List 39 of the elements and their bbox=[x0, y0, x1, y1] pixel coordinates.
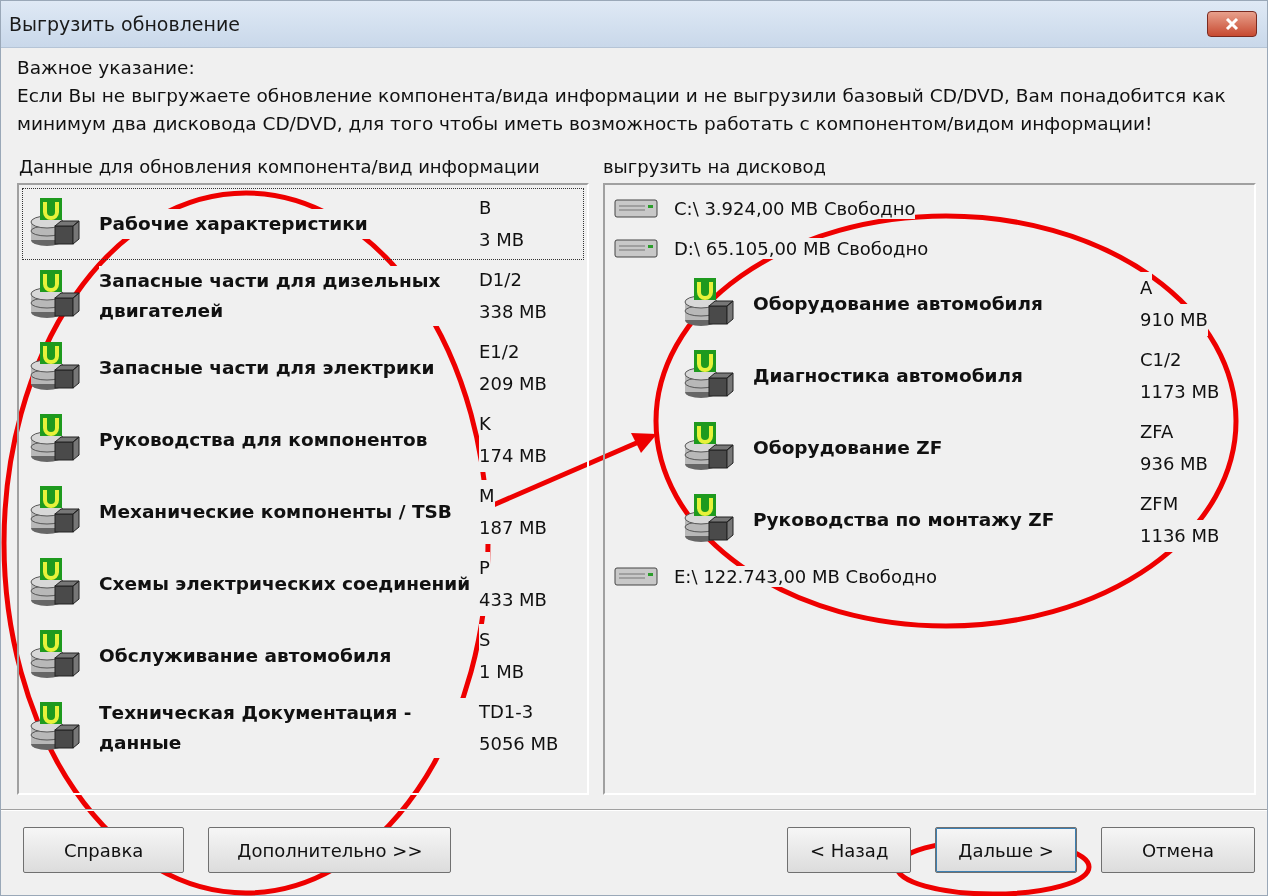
drive-item[interactable]: E:\ 122.743,00 MB Свободно bbox=[608, 556, 1251, 596]
list-item[interactable]: Механические компоненты / TSB M 187 MB bbox=[22, 476, 584, 548]
drive-item[interactable]: D:\ 65.105,00 MB Свободно bbox=[608, 228, 1251, 268]
list-item[interactable]: Запасные части для дизельных двигателей D1/2 338 MB bbox=[22, 260, 584, 332]
item-size: 433 MB bbox=[479, 584, 547, 616]
item-size: 910 MB bbox=[1140, 304, 1208, 336]
item-size: 174 MB bbox=[479, 440, 547, 472]
dialog-button[interactable]: Дополнительно >> bbox=[208, 827, 452, 873]
close-icon bbox=[1225, 18, 1239, 30]
list-item[interactable]: Оборудование автомобиля A 910 MB bbox=[608, 268, 1251, 340]
source-list-label: Данные для обновления компонента/вид информации bbox=[17, 156, 540, 177]
dialog-button[interactable]: Отмена bbox=[1100, 827, 1255, 873]
list-item[interactable]: Оборудование ZF ZFA 936 MB bbox=[608, 412, 1251, 484]
drive-item[interactable]: C:\ 3.924,00 MB Свободно bbox=[608, 188, 1251, 228]
item-code: P bbox=[479, 552, 490, 584]
list-item[interactable]: Запасные части для электрики E1/2 209 MB bbox=[22, 332, 584, 404]
list-item[interactable]: Руководства для компонентов K 174 MB bbox=[22, 404, 584, 476]
notice-heading: Важное указание: bbox=[17, 56, 196, 80]
notice-text: Если Вы не выгружаете обновление компонента/вида информации и не выгрузили базовый CD/DVD, Вам понадобится как минимум два дисковода CD/DVD, для того чтобы иметь возможность работать с компонентом/видом информации! bbox=[17, 84, 1227, 136]
drive-icon bbox=[614, 237, 660, 259]
dialog-button[interactable]: Справка bbox=[23, 827, 185, 873]
drive-icon bbox=[614, 197, 660, 219]
item-size: 187 MB bbox=[479, 512, 547, 544]
item-name: Рабочие характеристики bbox=[99, 209, 372, 239]
window-title: Выгрузить обновление bbox=[9, 13, 240, 35]
close-button[interactable] bbox=[1207, 11, 1257, 37]
list-item[interactable]: Рабочие характеристики B 3 MB bbox=[22, 188, 584, 260]
dialog-button[interactable]: Дальше > bbox=[935, 827, 1077, 873]
drive-label: C:\ 3.924,00 MB Свободно bbox=[674, 197, 916, 219]
dialog-button[interactable]: < Назад bbox=[786, 827, 912, 873]
item-code: M bbox=[479, 480, 495, 512]
list-item[interactable]: Диагностика автомобиля C1/2 1173 MB bbox=[608, 340, 1251, 412]
drive-label: D:\ 65.105,00 MB Свободно bbox=[674, 237, 929, 259]
list-item[interactable]: Обслуживание автомобиля S 1 MB bbox=[22, 620, 584, 692]
list-item[interactable]: Техническая Документация - данные TD1-3 5056 MB bbox=[22, 692, 584, 764]
drive-icon bbox=[614, 565, 660, 587]
list-item[interactable]: Руководства по монтажу ZF ZFM 1136 MB bbox=[608, 484, 1251, 556]
drive-label: E:\ 122.743,00 MB Свободно bbox=[674, 565, 938, 587]
item-size: 1136 MB bbox=[1140, 520, 1220, 552]
